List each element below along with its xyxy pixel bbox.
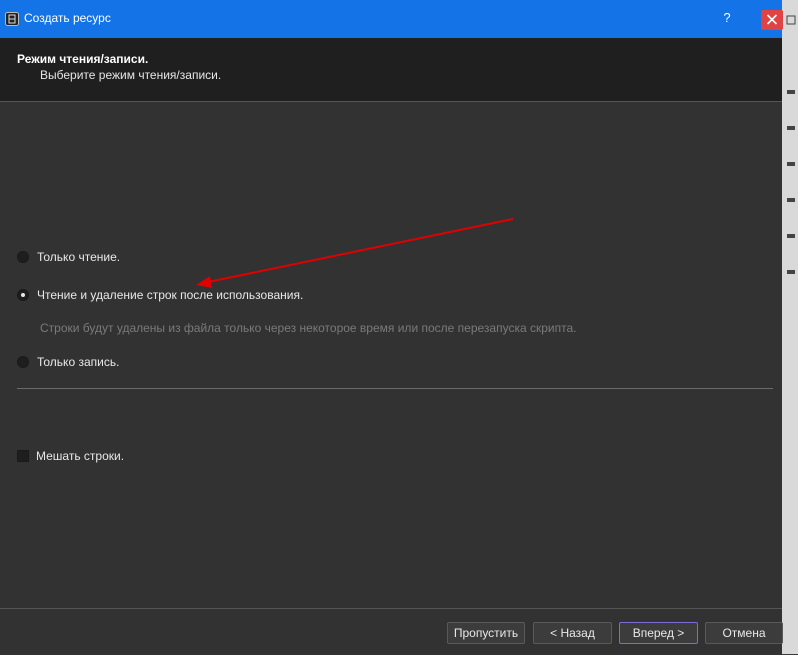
wizard-content: Только чтение. Чтение и удаление строк п… xyxy=(0,102,782,608)
checkbox-label: Мешать строки. xyxy=(36,449,125,463)
radio-button[interactable] xyxy=(17,251,29,263)
background-icon xyxy=(786,14,796,25)
shuffle-lines-checkbox-row[interactable]: Мешать строки. xyxy=(17,448,124,464)
radio-read-only[interactable]: Только чтение. xyxy=(17,249,120,265)
radio-button[interactable] xyxy=(17,289,29,301)
background-icon xyxy=(786,86,796,96)
background-icon xyxy=(786,122,796,132)
cancel-button[interactable]: Отмена xyxy=(705,622,783,644)
background-icon xyxy=(786,158,796,168)
title-bar: Создать ресурс ? xyxy=(0,0,783,38)
radio-read-and-delete[interactable]: Чтение и удаление строк после использова… xyxy=(17,287,303,303)
radio-button[interactable] xyxy=(17,356,29,368)
radio-label: Только чтение. xyxy=(37,250,121,264)
close-icon xyxy=(766,14,778,25)
create-resource-dialog: Создать ресурс ? Режим чтения/записи. Вы… xyxy=(0,0,783,655)
wizard-footer: Пропустить < Назад Вперед > Отмена xyxy=(0,608,783,655)
background-icon xyxy=(786,266,796,276)
wizard-header: Режим чтения/записи. Выберите режим чтен… xyxy=(0,38,782,102)
background-icon xyxy=(786,194,796,204)
background-icon xyxy=(786,230,796,240)
background-window xyxy=(782,0,798,654)
next-button[interactable]: Вперед > xyxy=(619,622,698,644)
page-title: Режим чтения/записи. xyxy=(17,52,149,66)
app-icon xyxy=(5,12,19,26)
divider xyxy=(17,388,773,389)
back-button[interactable]: < Назад xyxy=(533,622,612,644)
checkbox[interactable] xyxy=(17,450,29,462)
close-button[interactable] xyxy=(761,10,783,30)
hint-text: Строки будут удалены из файла только чер… xyxy=(40,321,577,335)
radio-label: Только запись. xyxy=(37,355,120,369)
help-button[interactable]: ? xyxy=(720,10,734,28)
page-subtitle: Выберите режим чтения/записи. xyxy=(40,68,222,82)
window-title: Создать ресурс xyxy=(24,11,111,25)
radio-write-only[interactable]: Только запись. xyxy=(17,354,119,370)
radio-label: Чтение и удаление строк после использова… xyxy=(37,288,304,302)
skip-button[interactable]: Пропустить xyxy=(447,622,525,644)
